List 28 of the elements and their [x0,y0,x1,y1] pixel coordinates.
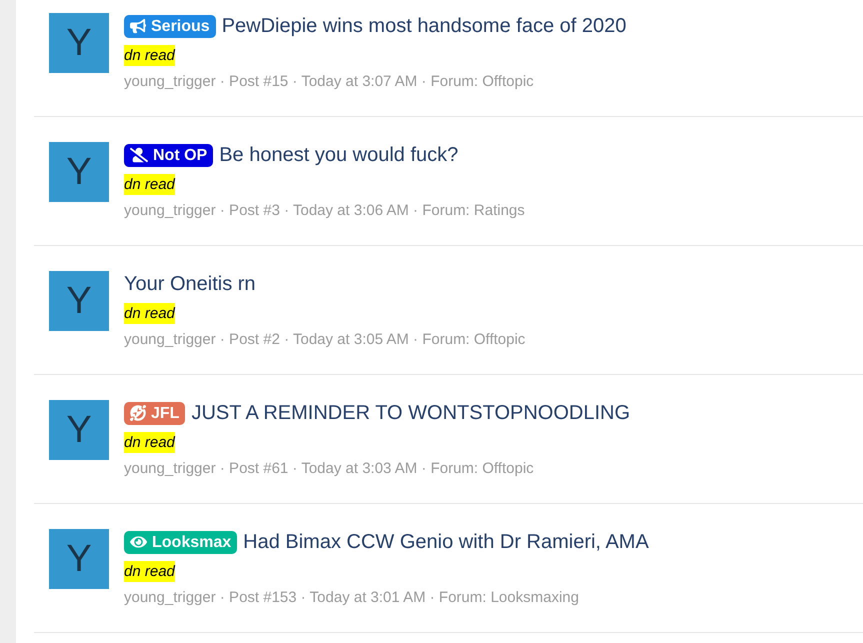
post-meta: young_trigger · Post #2 · Today at 3:05 AM · Forum: Offtopic [124,330,526,350]
highlighted-note: dn read [124,45,175,66]
highlighted-note: dn read [124,303,175,324]
prefix-badge[interactable]: Not OP [124,144,214,166]
avatar[interactable]: Y [49,400,109,460]
thread-title-link[interactable]: JUST A REMINDER TO WONTSTOPNOODLING [191,400,630,426]
eye-icon [130,534,147,550]
thread-title-link[interactable]: PewDiepie wins most handsome face of 2020 [222,13,626,39]
laughing-face-icon [130,405,146,421]
avatar[interactable]: Y [49,142,109,202]
highlighted-note: dn read [124,174,175,195]
thread-title-link[interactable]: Be honest you would fuck? [219,142,458,168]
avatar[interactable]: Y [49,271,109,331]
thread-title-link[interactable]: Had Bimax CCW Genio with Dr Ramieri, AMA [243,529,649,555]
avatar[interactable]: Y [49,13,109,73]
avatar[interactable]: Y [49,529,109,589]
post-meta: young_trigger · Post #153 · Today at 3:01 AM · Forum: Looksmaxing [124,588,579,608]
highlighted-note: dn read [124,561,175,582]
post-meta: young_trigger · Post #3 · Today at 3:06 AM · Forum: Ratings [124,201,525,221]
thread-title-link[interactable]: Your Oneitis rn [124,271,256,297]
highlighted-note: dn read [124,432,175,453]
post-meta: young_trigger · Post #61 · Today at 3:03 AM · Forum: Offtopic [124,459,534,479]
post-meta: young_trigger · Post #15 · Today at 3:07 AM · Forum: Offtopic [124,72,534,92]
prefix-badge[interactable]: Looksmax [124,530,238,554]
megaphone-icon [130,18,146,34]
prefix-badge[interactable]: JFL [124,402,186,424]
prefix-badge[interactable]: Serious [124,14,216,38]
crossed-out-person-icon [130,147,148,163]
